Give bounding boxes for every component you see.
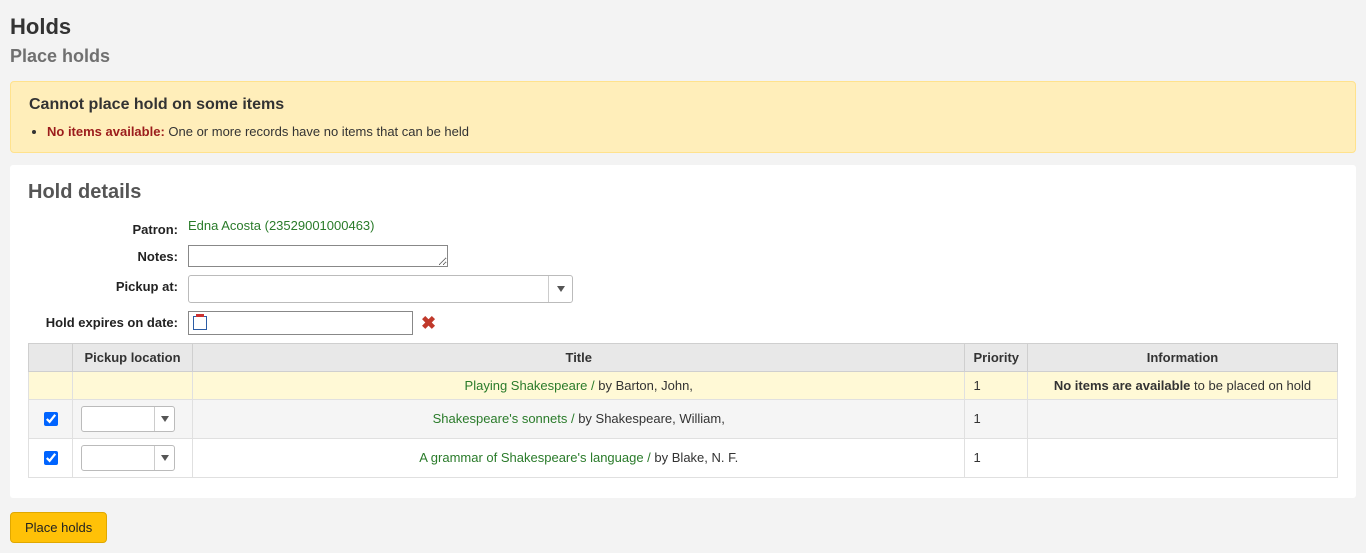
page-subtitle: Place holds [10, 46, 1356, 67]
title-cell: Playing Shakespeare / by Barton, John, [193, 371, 965, 399]
checkbox-cell [29, 371, 73, 399]
holds-table: Pickup location Title Priority Informati… [28, 343, 1338, 478]
expires-label: Hold expires on date: [28, 311, 188, 331]
table-row: A grammar of Shakespeare's language / by… [29, 438, 1338, 477]
row-pickup-select[interactable] [81, 406, 175, 432]
alert-item: No items available: One or more records … [47, 122, 1337, 142]
priority-cell: 1 [965, 371, 1028, 399]
hold-details-heading: Hold details [28, 181, 1338, 204]
pickup-select[interactable] [188, 275, 573, 303]
alert-no-items-text: One or more records have no items that c… [165, 124, 469, 139]
calendar-icon [193, 316, 207, 330]
checkbox-cell [29, 438, 73, 477]
pickup-cell [73, 399, 193, 438]
page-title: Holds [10, 14, 1356, 40]
row-checkbox[interactable] [44, 451, 58, 465]
title-cell: Shakespeare's sonnets / by Shakespeare, … [193, 399, 965, 438]
pickup-label: Pickup at: [28, 275, 188, 294]
pickup-cell [73, 438, 193, 477]
info-cell [1028, 438, 1338, 477]
checkbox-cell [29, 399, 73, 438]
place-holds-button[interactable]: Place holds [10, 512, 107, 543]
info-bold: No items are available [1054, 378, 1191, 393]
info-cell [1028, 399, 1338, 438]
byline-text: by Barton, John, [598, 378, 693, 393]
patron-link[interactable]: Edna Acosta (23529001000463) [188, 218, 375, 233]
col-information: Information [1028, 343, 1338, 371]
priority-cell: 1 [965, 438, 1028, 477]
info-rest: to be placed on hold [1190, 378, 1311, 393]
row-checkbox[interactable] [44, 412, 58, 426]
table-header-row: Pickup location Title Priority Informati… [29, 343, 1338, 371]
alert-no-items-label: No items available: [47, 124, 165, 139]
col-title: Title [193, 343, 965, 371]
table-row: Playing Shakespeare / by Barton, John,1N… [29, 371, 1338, 399]
pickup-cell [73, 371, 193, 399]
priority-cell: 1 [965, 399, 1028, 438]
col-checkbox [29, 343, 73, 371]
notes-row: Notes: [28, 245, 1338, 267]
row-pickup-select[interactable] [81, 445, 175, 471]
table-row: Shakespeare's sonnets / by Shakespeare, … [29, 399, 1338, 438]
patron-label: Patron: [28, 218, 188, 237]
notes-input[interactable] [188, 245, 448, 267]
byline-text: by Shakespeare, William, [578, 411, 725, 426]
col-pickup: Pickup location [73, 343, 193, 371]
info-cell: No items are available to be placed on h… [1028, 371, 1338, 399]
pickup-row: Pickup at: [28, 275, 1338, 303]
patron-row: Patron: Edna Acosta (23529001000463) [28, 218, 1338, 237]
chevron-down-icon [154, 407, 174, 431]
hold-details-panel: Hold details Patron: Edna Acosta (235290… [10, 165, 1356, 498]
chevron-down-icon [548, 276, 572, 302]
warning-alert: Cannot place hold on some items No items… [10, 81, 1356, 153]
clear-date-icon[interactable]: ✖ [421, 314, 436, 332]
expires-date-input[interactable] [188, 311, 413, 335]
byline-text: by Blake, N. F. [654, 450, 738, 465]
col-priority: Priority [965, 343, 1028, 371]
title-cell: A grammar of Shakespeare's language / by… [193, 438, 965, 477]
title-link[interactable]: A grammar of Shakespeare's language / [419, 450, 654, 465]
notes-label: Notes: [28, 245, 188, 264]
alert-heading: Cannot place hold on some items [29, 96, 1337, 114]
chevron-down-icon [154, 446, 174, 470]
expires-row: Hold expires on date: ✖ [28, 311, 1338, 335]
title-link[interactable]: Playing Shakespeare / [465, 378, 599, 393]
title-link[interactable]: Shakespeare's sonnets / [433, 411, 579, 426]
